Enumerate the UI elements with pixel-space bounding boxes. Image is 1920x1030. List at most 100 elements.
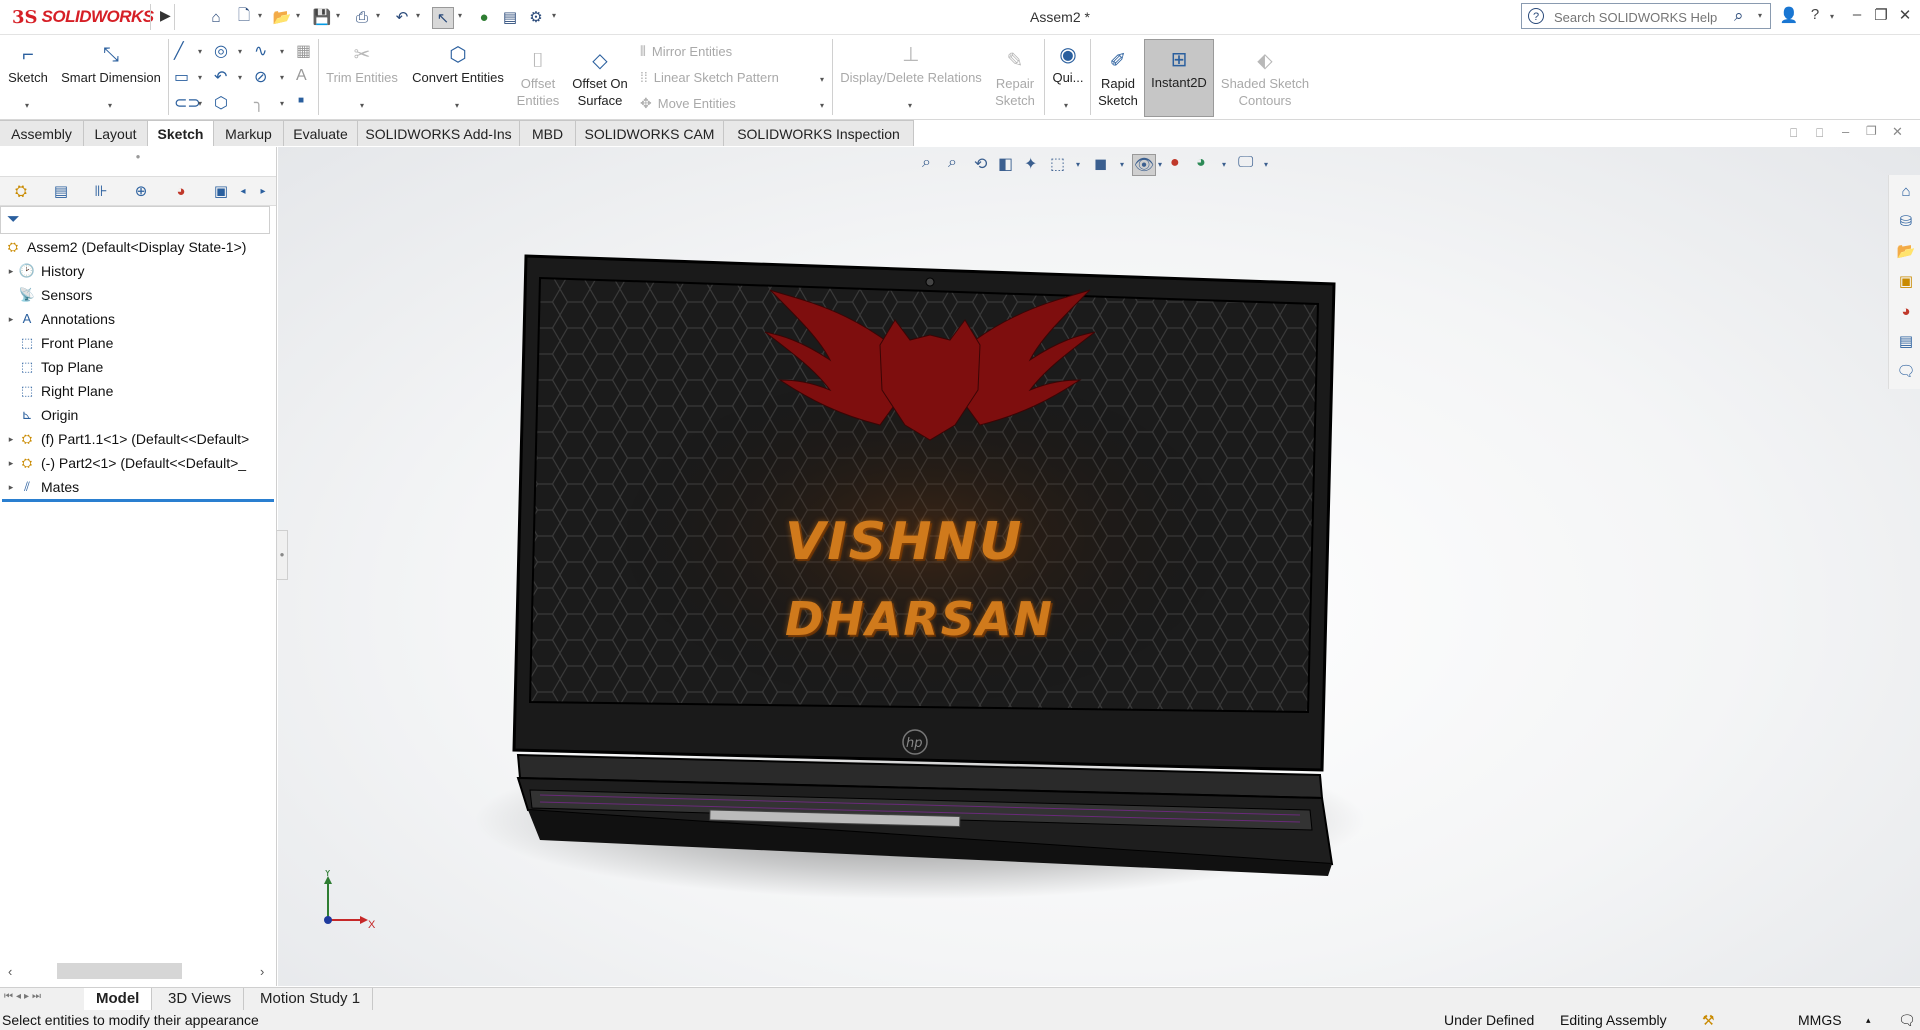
smart-dimension-button[interactable]: ⤡ Smart Dimension: [56, 43, 166, 86]
zoom-to-area-icon[interactable]: ⌕: [948, 154, 957, 172]
tree-item-f-part1-1-1-default-default[interactable]: ▸ ⛭ (f) Part1.1<1> (Default<<Default>: [4, 428, 249, 450]
doc-close-icon[interactable]: ✕: [1892, 124, 1903, 140]
convert-dropdown-icon[interactable]: ▾: [455, 101, 459, 110]
text-icon[interactable]: A: [296, 67, 307, 85]
tree-root-assembly[interactable]: ⛭ Assem2 (Default<Display State-1>): [4, 236, 247, 258]
rectangle-dropdown-icon[interactable]: ▾: [198, 73, 202, 82]
move-dropdown-icon[interactable]: ▾: [820, 101, 824, 110]
feature-manager-tab-icon[interactable]: ⛭: [6, 180, 36, 202]
tree-item-annotations[interactable]: ▸ A Annotations: [4, 308, 115, 330]
rapid-sketch-button[interactable]: ✐ Rapid Sketch: [1094, 49, 1142, 109]
tab-assembly[interactable]: Assembly: [0, 120, 84, 146]
expand-arrow-icon[interactable]: ▸: [4, 428, 18, 450]
reference-triad[interactable]: Y X: [318, 870, 378, 930]
search-dropdown-icon[interactable]: ▾: [1758, 11, 1762, 20]
tabs-scroll-left-icon[interactable]: ◂: [234, 180, 252, 202]
arc-dropdown-icon[interactable]: ▾: [238, 73, 242, 82]
edit-appearance-icon[interactable]: ●: [1170, 154, 1180, 172]
file-explorer-icon[interactable]: 📂: [1895, 241, 1917, 263]
options-gear-icon[interactable]: ⚙: [526, 7, 546, 27]
instant2d-button[interactable]: ⊞ Instant2D: [1144, 39, 1214, 117]
tabs-scroll-right-icon[interactable]: ▸: [254, 180, 272, 202]
bottom-tab-model[interactable]: Model: [84, 988, 153, 1010]
panel-grip-icon[interactable]: ●: [0, 152, 276, 161]
tree-item-right-plane[interactable]: ⬚ Right Plane: [4, 380, 114, 402]
trim-entities-button[interactable]: ✂ Trim Entities: [322, 43, 402, 86]
cam-tab-icon[interactable]: ▣: [206, 180, 236, 202]
tab-sketch[interactable]: Sketch: [148, 120, 214, 146]
home-icon[interactable]: ⌂: [206, 7, 226, 27]
quick-snaps-button[interactable]: ◉ Qui...: [1048, 43, 1088, 86]
section-view-icon[interactable]: ◧: [998, 154, 1013, 174]
comment-icon[interactable]: 🗨: [1898, 1012, 1916, 1029]
smart-dimension-dropdown-icon[interactable]: ▾: [108, 101, 112, 110]
offset-entities-button[interactable]: ⌷ Offset Entities: [512, 49, 564, 109]
tree-item-top-plane[interactable]: ⬚ Top Plane: [4, 356, 103, 378]
horizontal-scrollbar-thumb[interactable]: [57, 963, 182, 979]
design-library-icon[interactable]: ⛁: [1895, 211, 1917, 233]
forum-icon[interactable]: 🗨: [1895, 361, 1917, 383]
display-delete-relations-button[interactable]: ⊥ Display/Delete Relations: [836, 43, 986, 86]
search-icon[interactable]: ⌕: [1734, 6, 1744, 26]
ellipse-dropdown-icon[interactable]: ▾: [280, 73, 284, 82]
sketch-fillet-grid-icon[interactable]: ▦: [296, 41, 311, 61]
doc-minimize-icon[interactable]: –: [1842, 124, 1849, 139]
select-icon[interactable]: ↖: [432, 7, 454, 29]
undo-dropdown-icon[interactable]: ▾: [416, 11, 420, 20]
print-icon[interactable]: ⎙: [352, 7, 372, 27]
configuration-manager-tab-icon[interactable]: ⊪: [86, 180, 116, 202]
tree-item-history[interactable]: ▸ 🕑 History: [4, 260, 85, 282]
minimize-icon[interactable]: –: [1846, 6, 1868, 23]
offset-on-surface-button[interactable]: ◇ Offset On Surface: [566, 49, 634, 109]
expand-arrow-icon[interactable]: ▸: [4, 452, 18, 474]
scroll-right-icon[interactable]: ›: [260, 964, 264, 979]
tree-item-front-plane[interactable]: ⬚ Front Plane: [4, 332, 114, 354]
file-properties-icon[interactable]: ▤: [500, 7, 520, 27]
fillet-icon[interactable]: ╮: [254, 93, 264, 113]
tree-item-part2-1-default-default[interactable]: ▸ ⛭ (-) Part2<1> (Default<<Default>_: [4, 452, 246, 474]
circle-icon[interactable]: ◎: [214, 41, 228, 61]
relations-dropdown-icon[interactable]: ▾: [908, 101, 912, 110]
help-dropdown-icon[interactable]: ▾: [1830, 12, 1834, 21]
mirror-entities-button[interactable]: ⫴ Mirror Entities: [640, 43, 732, 60]
expand-arrow-icon[interactable]: ▸: [4, 476, 18, 498]
solidworks-resources-icon[interactable]: ⌂: [1895, 181, 1917, 203]
line-dropdown-icon[interactable]: ▾: [198, 47, 202, 56]
select-dropdown-icon[interactable]: ▾: [458, 11, 462, 20]
view-settings-icon[interactable]: 🖵: [1238, 154, 1253, 172]
tree-item-mates[interactable]: ▸ ⫽ Mates: [4, 476, 79, 498]
print-dropdown-icon[interactable]: ▾: [376, 11, 380, 20]
convert-entities-button[interactable]: ⬡ Convert Entities: [406, 43, 510, 86]
options-dropdown-icon[interactable]: ▾: [552, 11, 556, 20]
slot-dropdown-icon[interactable]: ▾: [198, 99, 202, 108]
tab-solidworks-add-ins[interactable]: SOLIDWORKS Add-Ins: [358, 120, 520, 146]
rectangle-icon[interactable]: ▭: [174, 67, 189, 87]
line-icon[interactable]: ╱: [174, 41, 184, 61]
property-manager-tab-icon[interactable]: ▤: [46, 180, 76, 202]
tab-solidworks-cam[interactable]: SOLIDWORKS CAM: [576, 120, 724, 146]
rebuild-icon[interactable]: ⚒: [1702, 1012, 1715, 1029]
move-entities-button[interactable]: ✥ Move Entities: [640, 95, 736, 112]
trim-dropdown-icon[interactable]: ▾: [360, 101, 364, 110]
expand-arrow-icon[interactable]: ▸: [4, 260, 18, 282]
new-dropdown-icon[interactable]: ▾: [258, 11, 262, 20]
scene-dropdown-icon[interactable]: ▾: [1222, 160, 1226, 169]
circle-dropdown-icon[interactable]: ▾: [238, 47, 242, 56]
tree-filter[interactable]: ⏷: [0, 206, 270, 234]
bottom-tabs-nav-icon[interactable]: ⏮◂▸⏭: [4, 991, 44, 1002]
tab-mbd[interactable]: MBD: [520, 120, 576, 146]
sketch-button[interactable]: ⌐ Sketch: [6, 43, 50, 86]
display-style-dropdown-icon[interactable]: ▾: [1120, 160, 1124, 169]
tab-evaluate[interactable]: Evaluate: [284, 120, 358, 146]
quick-snaps-dropdown-icon[interactable]: ▾: [1064, 101, 1068, 110]
bottom-tab-motion-study-1[interactable]: Motion Study 1: [248, 988, 374, 1010]
save-icon[interactable]: 💾: [312, 7, 332, 27]
user-icon[interactable]: 👤: [1778, 6, 1800, 24]
traffic-light-icon[interactable]: ●: [474, 7, 494, 27]
zoom-to-fit-icon[interactable]: ⌕: [922, 154, 931, 172]
view-orientation-icon[interactable]: ⬚: [1050, 154, 1065, 174]
previous-view-icon[interactable]: ⟲: [974, 154, 987, 174]
tree-item-sensors[interactable]: 📡 Sensors: [4, 284, 92, 306]
linear-sketch-pattern-button[interactable]: ⁞⁞ Linear Sketch Pattern: [640, 69, 779, 85]
help-icon[interactable]: ?: [1804, 6, 1826, 23]
